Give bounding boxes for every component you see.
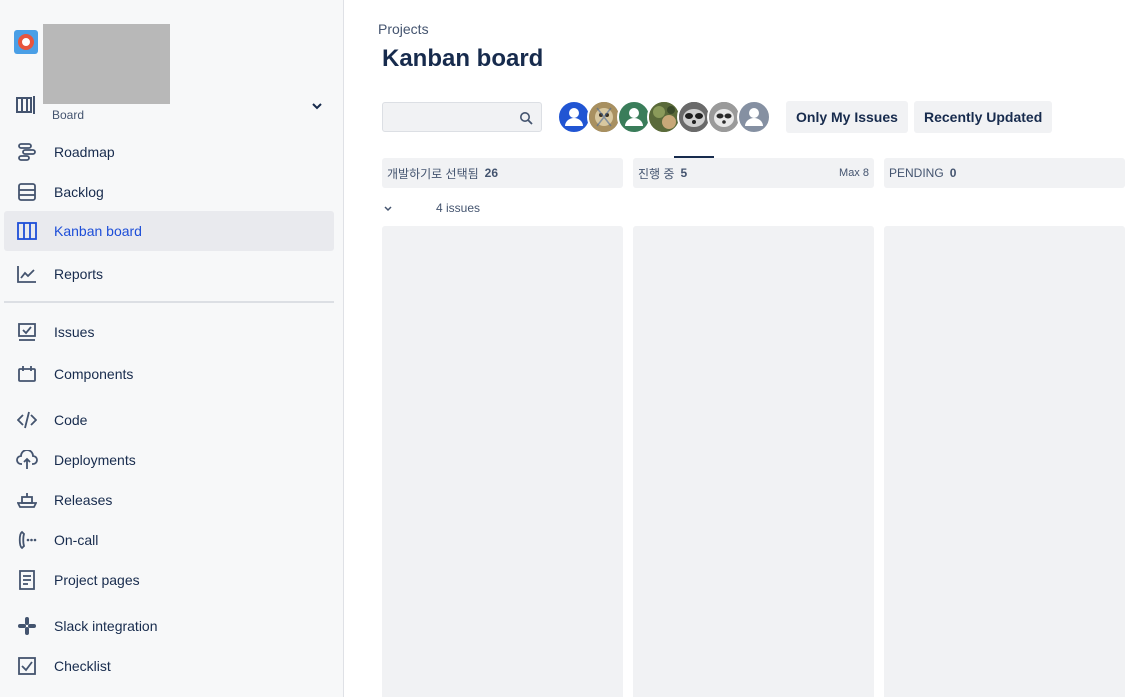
- column-name: 개발하기로 선택됨: [387, 166, 479, 181]
- chevron-down-icon[interactable]: [382, 202, 394, 214]
- swimlane-issue-count: 4 issues: [436, 201, 481, 215]
- sidebar-item-issues[interactable]: Issues: [4, 312, 334, 352]
- sidebar-item-on-call[interactable]: On-call: [4, 520, 334, 560]
- releases-icon: [16, 489, 38, 511]
- column-header[interactable]: PENDING 0: [884, 158, 1125, 188]
- sidebar-item-project-pages[interactable]: Project pages: [4, 560, 334, 600]
- column-body[interactable]: [884, 226, 1125, 697]
- avatar[interactable]: [617, 100, 651, 134]
- column-header[interactable]: 진행 중 5 Max 8: [633, 158, 874, 188]
- project-name-redacted: [43, 24, 170, 104]
- sidebar-item-roadmap[interactable]: Roadmap: [4, 132, 334, 172]
- sidebar-item-label: Kanban board: [54, 223, 142, 239]
- column-name: PENDING: [889, 166, 944, 180]
- sidebar-item-label: Project pages: [54, 572, 140, 588]
- project-avatar-icon[interactable]: [14, 30, 38, 54]
- roadmap-icon: [16, 141, 38, 163]
- sidebar: Board Roadmap Backlog Kanban board Repor…: [0, 0, 344, 697]
- main-content: Projects Kanban board Only My Issues Rec…: [344, 0, 1133, 697]
- avatar[interactable]: [647, 100, 681, 134]
- only-my-issues-button[interactable]: Only My Issues: [786, 101, 908, 133]
- column-name: 진행 중: [638, 166, 675, 181]
- backlog-icon: [16, 181, 38, 203]
- on-call-icon: [16, 529, 38, 551]
- issues-icon: [16, 321, 38, 343]
- column-max-limit: Max 8: [839, 167, 869, 179]
- search-box[interactable]: [382, 102, 542, 132]
- sidebar-item-label: Releases: [54, 492, 113, 508]
- avatar[interactable]: [587, 100, 621, 134]
- search-input[interactable]: [383, 103, 513, 131]
- sidebar-item-reports[interactable]: Reports: [4, 254, 334, 294]
- sidebar-item-slack-integration[interactable]: Slack integration: [4, 606, 334, 646]
- column-body[interactable]: [382, 226, 623, 697]
- avatar[interactable]: [737, 100, 771, 134]
- sidebar-item-label: Backlog: [54, 184, 104, 200]
- column-count: 5: [680, 166, 688, 180]
- swimlane-header[interactable]: 4 issues: [382, 199, 480, 217]
- sidebar-item-code[interactable]: Code: [4, 400, 334, 440]
- kanban-icon: [16, 220, 38, 242]
- avatar[interactable]: [707, 100, 741, 134]
- code-icon: [16, 409, 38, 431]
- search-icon: [520, 112, 533, 125]
- sidebar-item-backlog[interactable]: Backlog: [4, 172, 334, 212]
- sidebar-item-label: Deployments: [54, 452, 136, 468]
- column-count: 0: [949, 166, 957, 180]
- page-title: Kanban board: [382, 45, 544, 72]
- sidebar-item-releases[interactable]: Releases: [4, 480, 334, 520]
- recently-updated-button[interactable]: Recently Updated: [914, 101, 1053, 133]
- deployments-icon: [16, 449, 38, 471]
- column-count: 26: [484, 166, 499, 180]
- sidebar-item-kanban-board[interactable]: Kanban board: [4, 211, 334, 251]
- sidebar-item-label: Reports: [54, 266, 104, 282]
- sidebar-item-label: On-call: [54, 532, 99, 548]
- sidebar-item-label: Code: [54, 412, 88, 428]
- assignee-avatars: [557, 100, 771, 134]
- slack-icon: [16, 615, 38, 637]
- sidebar-item-deployments[interactable]: Deployments: [4, 440, 334, 480]
- column-body[interactable]: [633, 226, 874, 697]
- board-icon: [16, 96, 35, 114]
- avatar[interactable]: [557, 100, 591, 134]
- project-pages-icon: [16, 569, 38, 591]
- sidebar-item-components[interactable]: Components: [4, 354, 334, 394]
- checklist-icon: [16, 655, 38, 677]
- breadcrumb[interactable]: Projects: [378, 21, 429, 37]
- avatar[interactable]: [677, 100, 711, 134]
- board-switcher-label[interactable]: Board: [52, 108, 84, 122]
- sidebar-item-checklist[interactable]: Checklist: [4, 646, 334, 686]
- sidebar-item-label: Components: [54, 366, 134, 382]
- reports-icon: [16, 263, 38, 285]
- sidebar-item-label: Issues: [54, 324, 95, 340]
- chevron-down-icon[interactable]: [311, 100, 323, 112]
- sidebar-divider: [4, 301, 334, 303]
- sidebar-item-label: Slack integration: [54, 618, 158, 634]
- components-icon: [16, 363, 38, 385]
- sidebar-item-label: Roadmap: [54, 144, 115, 160]
- sidebar-item-label: Checklist: [54, 658, 111, 674]
- column-header[interactable]: 개발하기로 선택됨 26: [382, 158, 623, 188]
